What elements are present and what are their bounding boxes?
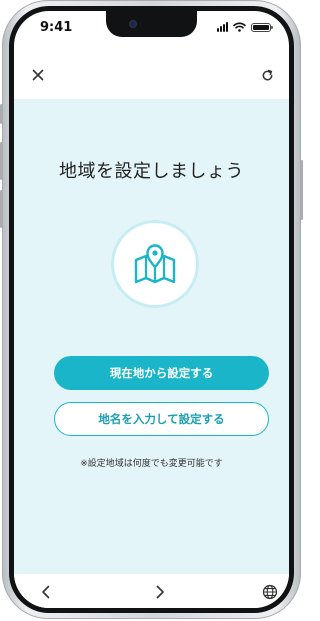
main-content: 地域を設定しましょう 現在地から設定する 地名を入力して設定する ※設定地域は何… [14, 99, 289, 574]
power-button [300, 160, 303, 220]
status-icons [217, 22, 273, 32]
volume-down-button [0, 190, 3, 228]
current-location-button[interactable]: 現在地から設定する [54, 356, 269, 390]
map-pin-icon [134, 244, 176, 284]
page-title: 地域を設定しましょう [59, 161, 244, 182]
map-illustration [114, 223, 196, 305]
notch [106, 11, 197, 37]
close-button[interactable] [28, 65, 48, 85]
header [14, 51, 289, 99]
bottom-nav [14, 574, 289, 608]
globe-icon [262, 584, 278, 600]
front-camera [130, 21, 136, 27]
chevron-right-icon [156, 585, 164, 599]
manual-input-button[interactable]: 地名を入力して設定する [54, 402, 269, 436]
signal-icon [217, 22, 228, 32]
change-note: ※設定地域は何度でも変更可能です [80, 459, 223, 469]
phone-frame: 9:41 地域を設定しましょう 現在地から設定する 地名を入力して設定する ※設… [0, 0, 303, 619]
mute-switch [0, 104, 3, 124]
chevron-left-icon [42, 585, 50, 599]
phone-bezel: 9:41 地域を設定しましょう 現在地から設定する 地名を入力して設定する ※設… [9, 6, 294, 613]
refresh-button[interactable] [257, 65, 277, 85]
battery-icon [251, 22, 273, 32]
back-button[interactable] [36, 582, 56, 602]
refresh-icon [262, 69, 272, 80]
forward-button[interactable] [150, 582, 170, 602]
volume-up-button [0, 142, 3, 180]
close-icon [32, 69, 44, 81]
status-time: 9:41 [40, 20, 73, 35]
language-button[interactable] [260, 582, 280, 602]
wifi-icon [233, 22, 246, 32]
screen: 9:41 地域を設定しましょう 現在地から設定する 地名を入力して設定する ※設… [14, 11, 289, 608]
